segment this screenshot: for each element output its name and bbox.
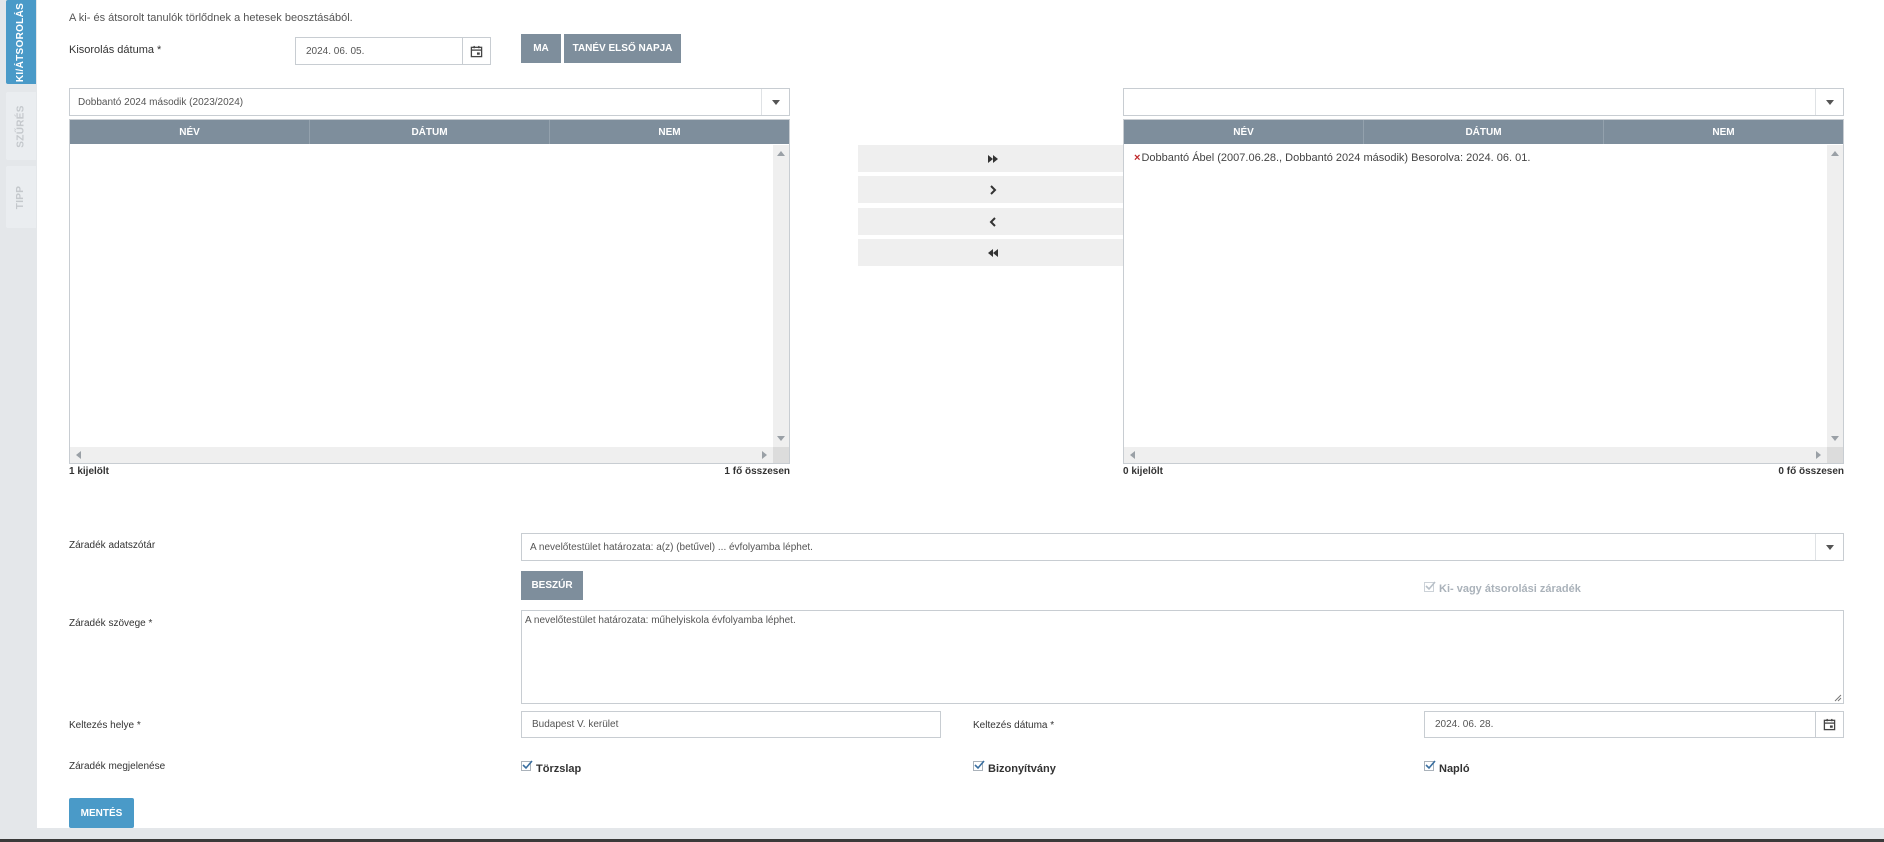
scroll-corner: [1827, 447, 1843, 463]
keltezes-helye-label: Keltezés helye *: [69, 720, 141, 731]
column-header-datum[interactable]: DÁTUM: [1364, 120, 1604, 144]
chevron-left-icon: [989, 216, 996, 227]
right-selected-count: 0 kijelölt: [1123, 466, 1164, 477]
left-selected-count: 1 kijelölt: [69, 466, 110, 477]
calendar-icon[interactable]: [462, 38, 490, 64]
mentes-button[interactable]: MENTÉS: [69, 798, 134, 828]
remove-icon[interactable]: ×: [1134, 152, 1140, 164]
keltezes-datuma-label: Keltezés dátuma *: [973, 720, 1055, 731]
tab-label: SZŰRÉS: [15, 104, 27, 148]
beszur-button[interactable]: BESZÚR: [521, 571, 583, 600]
kisorolas-date-field[interactable]: 2024. 06. 05.: [295, 37, 491, 65]
scroll-corner: [773, 447, 789, 463]
move-all-right-button[interactable]: [858, 145, 1128, 172]
checkmark-icon: [522, 760, 533, 770]
chevron-down-icon[interactable]: [1815, 534, 1843, 560]
list-item-text: Dobbantó Ábel (2007.06.28., Dobbantó 202…: [1141, 152, 1531, 164]
chevron-right-icon: [990, 184, 997, 195]
horizontal-scrollbar[interactable]: [1124, 447, 1827, 463]
bizonyitvany-checkbox[interactable]: [973, 760, 985, 771]
left-select-value: Dobbantó 2024 második (2023/2024): [78, 96, 244, 108]
resize-grip-icon[interactable]: [1834, 694, 1842, 702]
left-total-count: 1 fő összesen: [724, 466, 790, 477]
calendar-icon[interactable]: [1815, 712, 1843, 737]
megjelenes-label: Záradék megjelenése: [69, 761, 166, 772]
checkmark-icon: [1425, 581, 1436, 591]
adatszotar-value: A nevelőtestület határozata: a(z) (betűv…: [530, 541, 813, 553]
list-item[interactable]: ×Dobbantó Ábel (2007.06.28., Dobbantó 20…: [1134, 152, 1530, 164]
ma-button[interactable]: MA: [521, 34, 561, 63]
vertical-scrollbar[interactable]: [773, 145, 789, 447]
kisorolas-date-value: 2024. 06. 05.: [306, 45, 365, 57]
right-total-count: 0 fő összesen: [1778, 466, 1844, 477]
adatszotar-select[interactable]: A nevelőtestület határozata: a(z) (betűv…: [521, 533, 1844, 561]
column-header-nev[interactable]: NÉV: [70, 120, 310, 144]
bizonyitvany-label: Bizonyítvány: [988, 763, 1056, 775]
grid-header: NÉV DÁTUM NEM: [1124, 120, 1843, 144]
naplo-label: Napló: [1439, 763, 1470, 775]
tab-label: TIPP: [15, 185, 27, 209]
keltezes-helye-value: Budapest V. kerület: [532, 719, 619, 730]
tab-label: KI/ÁTSOROLÁS: [15, 2, 27, 82]
move-all-left-button[interactable]: [858, 239, 1128, 266]
tab-ki-atsorolas[interactable]: KI/ÁTSOROLÁS: [6, 0, 36, 84]
zaradek-szoveg-textarea[interactable]: A nevelőtestület határozata: műhelyiskol…: [521, 610, 1844, 704]
left-class-select[interactable]: Dobbantó 2024 második (2023/2024): [69, 88, 790, 116]
keltezes-datuma-value: 2024. 06. 28.: [1435, 719, 1494, 730]
keltezes-datuma-field[interactable]: 2024. 06. 28.: [1424, 711, 1844, 738]
checkmark-icon: [1425, 760, 1436, 770]
szoveg-label: Záradék szövege *: [69, 618, 153, 629]
grid-header: NÉV DÁTUM NEM: [70, 120, 789, 144]
double-chevron-right-icon: [988, 154, 998, 163]
tab-tipp[interactable]: TIPP: [6, 166, 36, 228]
info-text: A ki- és átsorolt tanulók törlődnek a he…: [69, 12, 353, 24]
kisorolas-label: Kisorolás dátuma *: [69, 44, 162, 56]
naplo-checkbox[interactable]: [1424, 760, 1436, 771]
right-class-select[interactable]: [1123, 88, 1844, 116]
checkmark-icon: [974, 760, 985, 770]
ki-atsorolasi-label: Ki- vagy átsorolási záradék: [1439, 583, 1581, 595]
column-header-nem[interactable]: NEM: [550, 120, 789, 144]
adatszotar-label: Záradék adatszótár: [69, 540, 156, 551]
keltezes-helye-field[interactable]: Budapest V. kerület: [521, 711, 941, 738]
tanev-elso-napja-button[interactable]: TANÉV ELSŐ NAPJA: [564, 34, 681, 63]
torzslap-checkbox[interactable]: [521, 760, 533, 771]
right-student-grid[interactable]: NÉV DÁTUM NEM ×Dobbantó Ábel (2007.06.28…: [1123, 119, 1844, 464]
main-content: A ki- és átsorolt tanulók törlődnek a he…: [37, 0, 1884, 828]
column-header-nem[interactable]: NEM: [1604, 120, 1843, 144]
double-chevron-left-icon: [988, 248, 998, 257]
column-header-nev[interactable]: NÉV: [1124, 120, 1364, 144]
torzslap-label: Törzslap: [536, 763, 582, 775]
vertical-scrollbar[interactable]: [1827, 145, 1843, 447]
chevron-down-icon[interactable]: [1815, 89, 1843, 115]
column-header-datum[interactable]: DÁTUM: [310, 120, 550, 144]
left-student-grid[interactable]: NÉV DÁTUM NEM: [69, 119, 790, 464]
chevron-down-icon[interactable]: [761, 89, 789, 115]
tab-szures[interactable]: SZŰRÉS: [6, 92, 36, 160]
side-tab-strip: KI/ÁTSOROLÁS SZŰRÉS TIPP: [0, 0, 36, 828]
move-right-button[interactable]: [858, 176, 1128, 203]
move-left-button[interactable]: [858, 208, 1128, 235]
horizontal-scrollbar[interactable]: [70, 447, 773, 463]
ki-atsorolasi-checkbox[interactable]: [1424, 581, 1436, 592]
